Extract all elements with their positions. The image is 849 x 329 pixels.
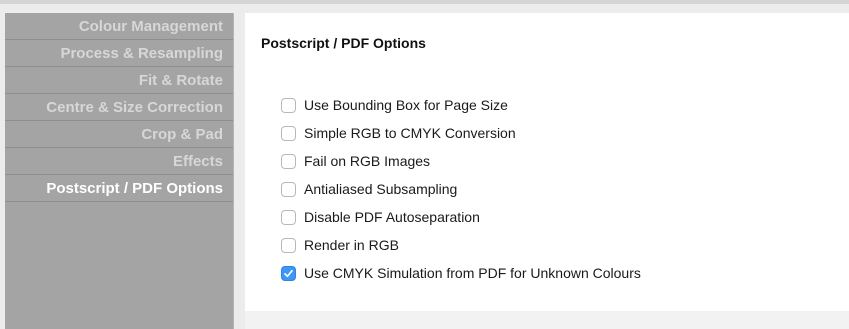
- checkbox[interactable]: [281, 181, 296, 197]
- option-label[interactable]: Disable PDF Autoseparation: [304, 209, 480, 225]
- sidebar-item-label: Postscript / PDF Options: [46, 180, 223, 197]
- option-use-bounding-box[interactable]: Use Bounding Box for Page Size: [281, 91, 641, 119]
- options-panel: Postscript / PDF Options Use Bounding Bo…: [245, 13, 849, 311]
- option-fail-on-rgb-images[interactable]: Fail on RGB Images: [281, 147, 641, 175]
- option-label[interactable]: Render in RGB: [304, 237, 399, 253]
- preferences-window: Colour Management Process & Resampling F…: [0, 0, 849, 329]
- sidebar-item-crop-pad[interactable]: Crop & Pad: [5, 121, 233, 148]
- checkbox-checked[interactable]: [281, 265, 296, 281]
- sidebar-item-label: Fit & Rotate: [138, 72, 223, 89]
- sidebar-item-label: Colour Management: [78, 18, 223, 35]
- option-use-cmyk-simulation[interactable]: Use CMYK Simulation from PDF for Unknown…: [281, 259, 641, 287]
- checkbox[interactable]: [281, 97, 296, 113]
- sidebar: Colour Management Process & Resampling F…: [5, 13, 234, 329]
- checkbox[interactable]: [281, 125, 296, 141]
- option-render-in-rgb[interactable]: Render in RGB: [281, 231, 641, 259]
- options-list: Use Bounding Box for Page Size Simple RG…: [281, 91, 641, 287]
- option-label[interactable]: Antialiased Subsampling: [304, 181, 457, 197]
- sidebar-item-centre-size-correction[interactable]: Centre & Size Correction: [5, 94, 233, 121]
- sidebar-item-process-resampling[interactable]: Process & Resampling: [5, 40, 233, 67]
- option-antialiased-subsampling[interactable]: Antialiased Subsampling: [281, 175, 641, 203]
- sidebar-item-label: Process & Resampling: [60, 45, 223, 62]
- checkbox[interactable]: [281, 237, 296, 253]
- top-divider: [0, 0, 849, 4]
- option-label[interactable]: Use Bounding Box for Page Size: [304, 97, 508, 113]
- option-label[interactable]: Fail on RGB Images: [304, 153, 430, 169]
- sidebar-item-label: Effects: [172, 153, 223, 170]
- sidebar-item-effects[interactable]: Effects: [5, 148, 233, 175]
- checkmark-icon: [284, 269, 293, 277]
- option-disable-pdf-autoseparation[interactable]: Disable PDF Autoseparation: [281, 203, 641, 231]
- sidebar-item-colour-management[interactable]: Colour Management: [5, 13, 233, 40]
- checkbox[interactable]: [281, 153, 296, 169]
- option-label[interactable]: Use CMYK Simulation from PDF for Unknown…: [304, 265, 641, 281]
- checkbox[interactable]: [281, 209, 296, 225]
- option-label[interactable]: Simple RGB to CMYK Conversion: [304, 125, 516, 141]
- sidebar-item-label: Crop & Pad: [141, 126, 223, 143]
- sidebar-item-postscript-pdf-options[interactable]: Postscript / PDF Options: [5, 175, 233, 202]
- panel-footer-area: [245, 311, 849, 329]
- sidebar-item-fit-rotate[interactable]: Fit & Rotate: [5, 67, 233, 94]
- panel-title: Postscript / PDF Options: [261, 35, 426, 51]
- option-simple-rgb-to-cmyk[interactable]: Simple RGB to CMYK Conversion: [281, 119, 641, 147]
- sidebar-item-label: Centre & Size Correction: [46, 99, 223, 116]
